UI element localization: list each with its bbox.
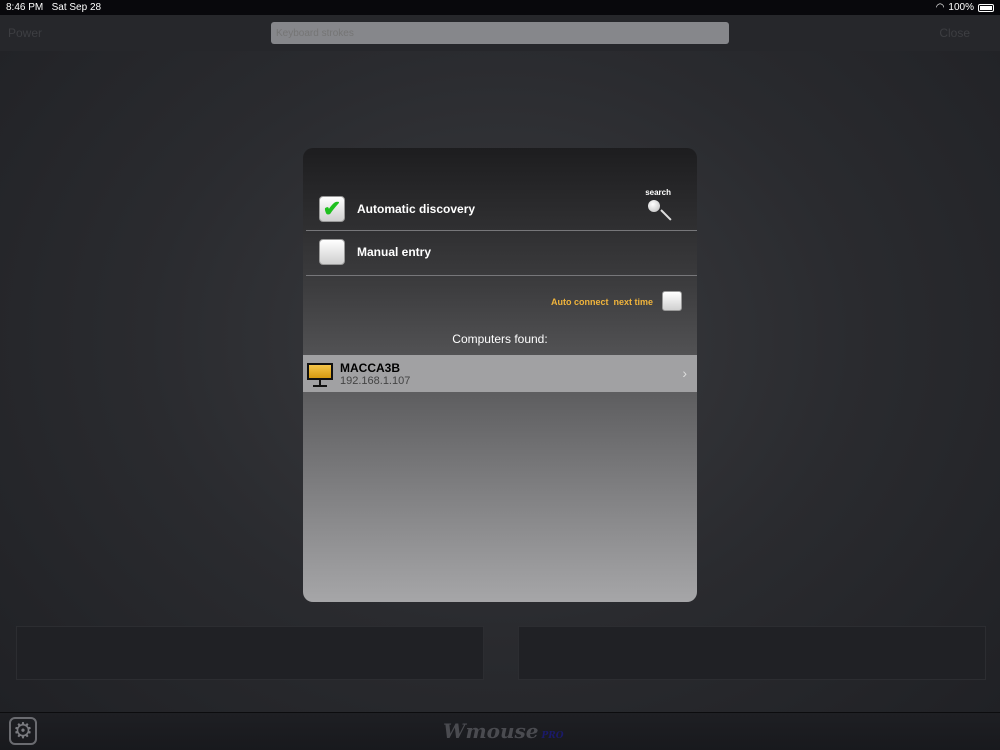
monitor-icon	[307, 361, 333, 387]
left-mouse-button-area[interactable]	[16, 626, 484, 680]
computer-list-item[interactable]: MACCA3B 192.168.1.107 ›	[303, 355, 697, 392]
right-mouse-button-area[interactable]	[518, 626, 986, 680]
close-button[interactable]: Close	[939, 26, 970, 40]
battery-percent: 100%	[948, 2, 974, 13]
manual-entry-checkbox[interactable]	[319, 239, 345, 265]
power-button[interactable]: Power	[8, 26, 42, 40]
divider	[306, 230, 697, 231]
status-date: Sat Sep 28	[51, 2, 102, 13]
computer-ip: 192.168.1.107	[340, 374, 411, 387]
connection-dialog: ✔ Automatic discovery search Manual entr…	[303, 148, 697, 602]
computers-found-label: Computers found:	[452, 332, 548, 346]
bottom-bar: ⚙ Wmouse PRO	[0, 712, 1000, 750]
manual-entry-option[interactable]: Manual entry	[303, 239, 697, 265]
magnifier-icon	[646, 200, 672, 224]
status-time: 8:46 PM	[6, 2, 44, 13]
status-bar: 8:46 PM Sat Sep 28 ◠ 100%	[0, 0, 1000, 15]
top-toolbar: Power Close	[0, 15, 1000, 51]
search-label: search	[645, 188, 671, 197]
wifi-icon: ◠	[935, 2, 945, 13]
battery-icon	[978, 3, 994, 12]
logo-suffix: PRO	[541, 731, 564, 741]
auto-connect-label: Auto connect next time	[550, 297, 653, 307]
keyboard-strokes-input[interactable]	[271, 22, 729, 44]
automatic-discovery-label: Automatic discovery	[357, 202, 476, 216]
automatic-discovery-option[interactable]: ✔ Automatic discovery	[303, 196, 697, 222]
computer-name: MACCA3B	[340, 360, 400, 375]
automatic-discovery-checkbox[interactable]: ✔	[319, 196, 345, 222]
auto-connect-checkbox[interactable]	[662, 291, 682, 311]
logo-text: Wmouse	[443, 719, 539, 743]
settings-gear-icon[interactable]: ⚙	[9, 717, 37, 745]
wmouse-logo: Wmouse PRO	[443, 719, 564, 743]
search-button[interactable]: search	[645, 188, 672, 224]
manual-entry-label: Manual entry	[357, 245, 432, 259]
divider	[306, 275, 697, 276]
chevron-right-icon: ›	[682, 365, 687, 381]
